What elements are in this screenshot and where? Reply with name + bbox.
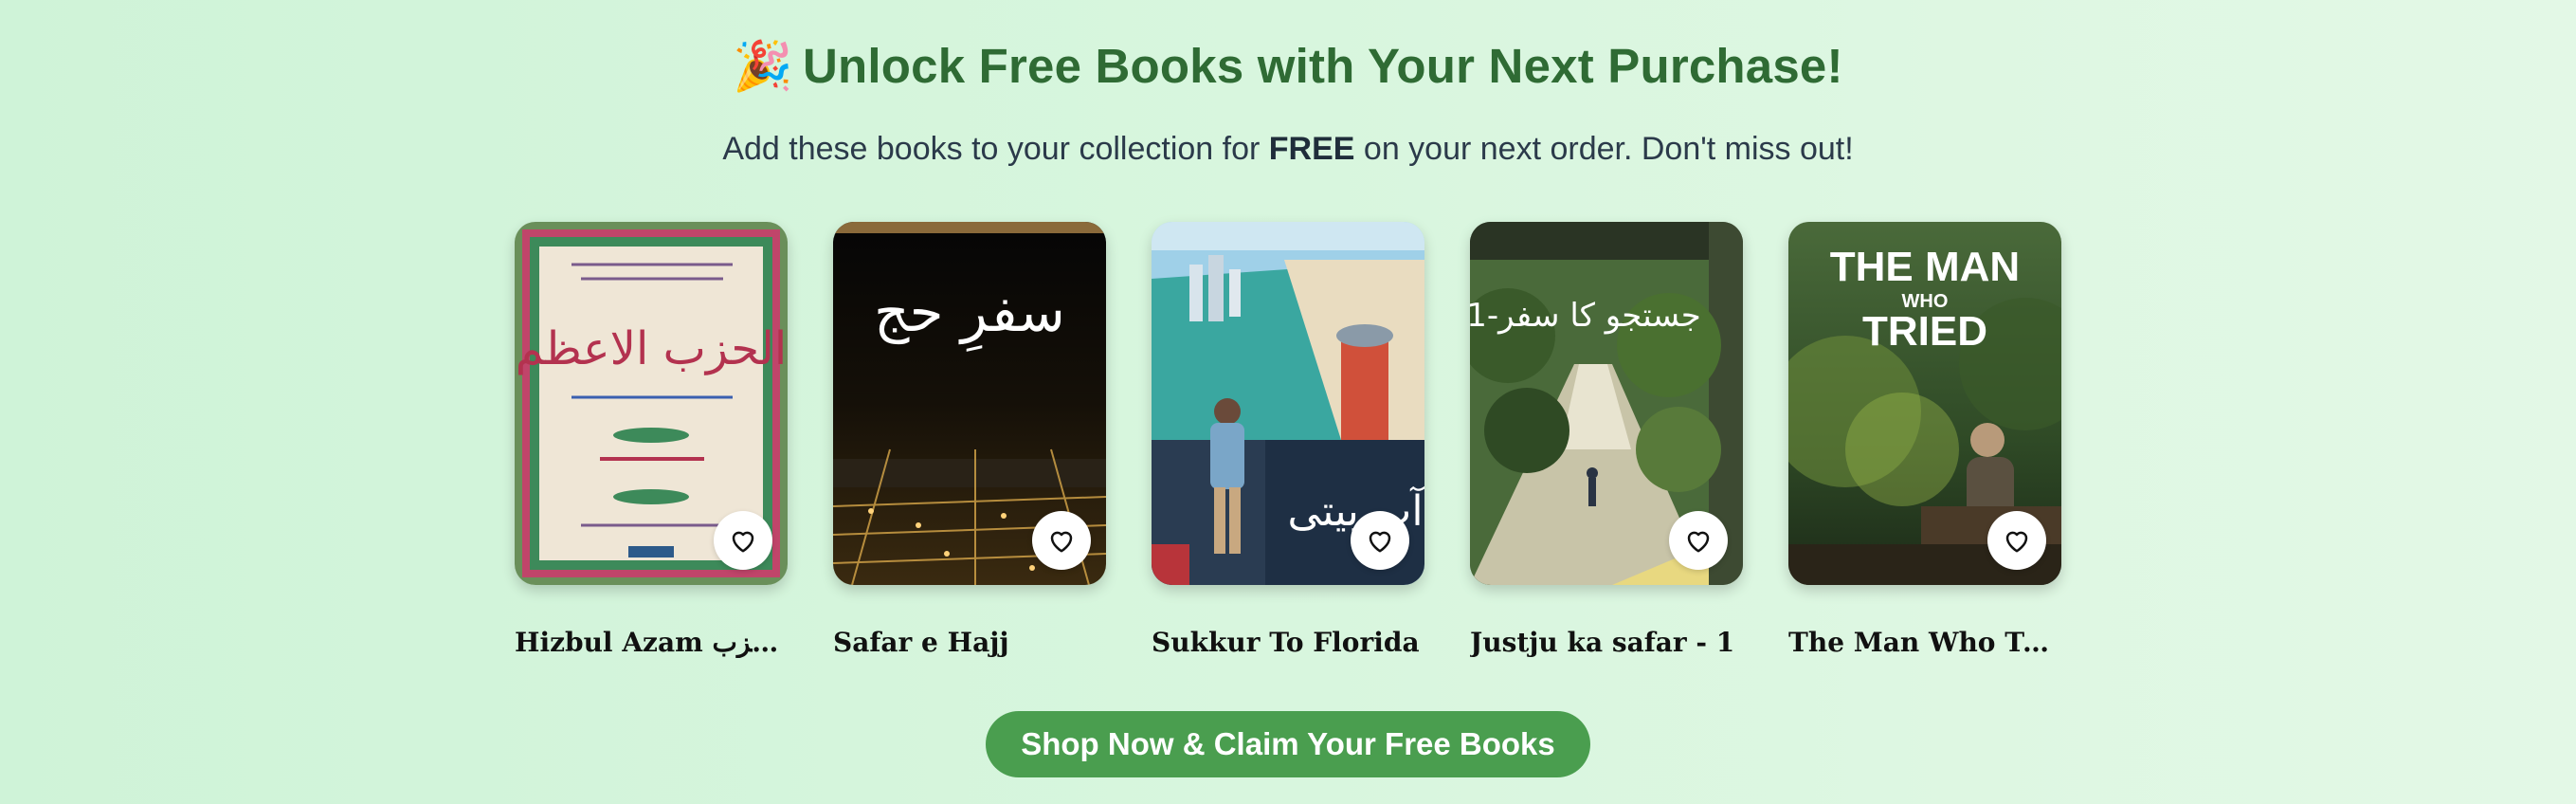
wishlist-button[interactable] bbox=[1351, 511, 1409, 570]
book-title[interactable]: The Man Who Tried bbox=[1788, 627, 2061, 658]
book-cover-image[interactable]: THE MAN WHO TRIED bbox=[1788, 222, 2061, 585]
book-cover-image[interactable]: سفرِ حج bbox=[833, 222, 1106, 585]
wishlist-button[interactable] bbox=[1032, 511, 1091, 570]
book-title[interactable]: Hizbul Azam الحزب... bbox=[515, 627, 788, 658]
book-title[interactable]: Safar e Hajj bbox=[833, 627, 1106, 658]
book-cover-image[interactable]: آپ بیتی bbox=[1152, 222, 1424, 585]
heart-outline-icon bbox=[2005, 531, 2028, 553]
heart-outline-icon bbox=[1369, 531, 1391, 553]
heart-outline-icon bbox=[1687, 531, 1710, 553]
subheading-text-start: Add these books to your collection for bbox=[722, 131, 1269, 167]
book-card[interactable]: جستجو کا سفر-1 Justju ka safar - 1 bbox=[1470, 222, 1743, 658]
shop-now-button[interactable]: Shop Now & Claim Your Free Books bbox=[986, 711, 1590, 777]
svg-text:الحزب الاعظم: الحزب الاعظم bbox=[516, 322, 788, 375]
book-cover-image[interactable]: جستجو کا سفر-1 bbox=[1470, 222, 1743, 585]
book-card[interactable]: THE MAN WHO TRIED The Man Who Tried bbox=[1788, 222, 2061, 658]
book-title[interactable]: Justju ka safar - 1 bbox=[1470, 627, 1743, 658]
heart-outline-icon bbox=[1050, 531, 1073, 553]
heart-outline-icon bbox=[732, 531, 754, 553]
book-cover-image[interactable]: الحزب الاعظم bbox=[515, 222, 788, 585]
svg-text:THE MAN: THE MAN bbox=[1830, 244, 2020, 290]
svg-text:TRIED: TRIED bbox=[1862, 308, 1987, 355]
wishlist-button[interactable] bbox=[1987, 511, 2046, 570]
wishlist-button[interactable] bbox=[1669, 511, 1728, 570]
svg-text:سفرِ حج: سفرِ حج bbox=[874, 280, 1065, 352]
book-title[interactable]: Sukkur To Florida bbox=[1152, 627, 1424, 658]
promo-subheading: Add these books to your collection for F… bbox=[0, 131, 2576, 168]
book-card[interactable]: الحزب الاعظم Hizbul Azam الحزب... bbox=[515, 222, 788, 658]
subheading-free-emphasis: FREE bbox=[1268, 131, 1355, 167]
party-popper-icon: 🎉 bbox=[733, 39, 794, 95]
svg-text:جستجو کا سفر-1: جستجو کا سفر-1 bbox=[1470, 297, 1701, 335]
wishlist-button[interactable] bbox=[714, 511, 772, 570]
book-card[interactable]: آپ بیتی Sukkur To Florida bbox=[1152, 222, 1424, 658]
subheading-text-end: on your next order. Don't miss out! bbox=[1354, 131, 1854, 167]
promo-headline-text: Unlock Free Books with Your Next Purchas… bbox=[803, 39, 1843, 93]
book-card[interactable]: سفرِ حج Safar e Hajj bbox=[833, 222, 1106, 658]
free-books-carousel: الحزب الاعظم Hizbul Azam الحزب... bbox=[515, 222, 2069, 677]
promo-headline: 🎉 Unlock Free Books with Your Next Purcha… bbox=[0, 38, 2576, 95]
